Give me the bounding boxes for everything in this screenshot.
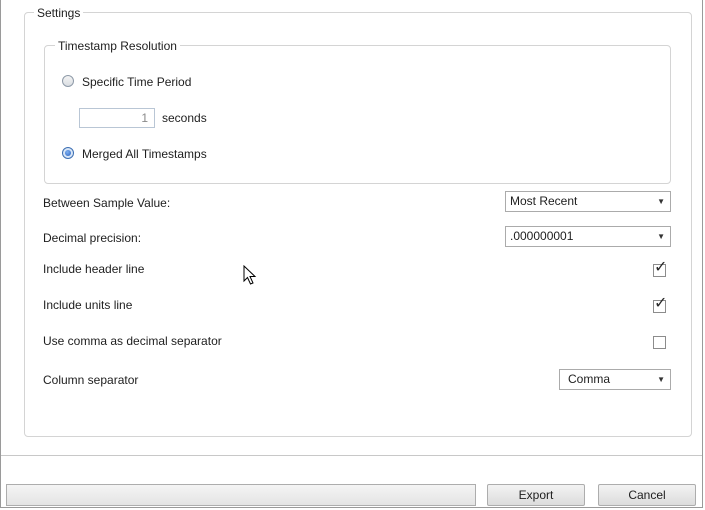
- between-sample-value-dropdown[interactable]: Most Recent ▼: [505, 191, 671, 212]
- column-separator-selected: Comma: [568, 372, 611, 386]
- chevron-down-icon: ▼: [657, 375, 665, 384]
- use-comma-decimal-checkbox[interactable]: [653, 336, 666, 349]
- export-button[interactable]: Export: [487, 484, 585, 506]
- time-period-input[interactable]: [79, 108, 155, 128]
- decimal-precision-dropdown[interactable]: .000000001 ▼: [505, 226, 671, 247]
- settings-group-title: Settings: [34, 6, 84, 20]
- time-period-unit: seconds: [162, 111, 207, 125]
- merged-all-timestamps-radio[interactable]: [62, 147, 74, 159]
- column-separator-label: Column separator: [43, 373, 139, 387]
- specific-time-period-radio[interactable]: [62, 75, 74, 87]
- include-units-line-label: Include units line: [43, 298, 133, 312]
- footer-divider: [1, 455, 702, 456]
- timestamp-resolution-title: Timestamp Resolution: [55, 39, 180, 53]
- specific-time-period-label[interactable]: Specific Time Period: [82, 75, 191, 89]
- include-header-line-label: Include header line: [43, 262, 145, 276]
- decimal-precision-selected: .000000001: [510, 229, 574, 243]
- column-separator-dropdown[interactable]: Comma ▼: [559, 369, 671, 390]
- chevron-down-icon: ▼: [657, 197, 665, 206]
- between-sample-value-selected: Most Recent: [510, 194, 578, 208]
- chevron-down-icon: ▼: [657, 232, 665, 241]
- merged-all-timestamps-label[interactable]: Merged All Timestamps: [82, 147, 207, 161]
- use-comma-decimal-label: Use comma as decimal separator: [43, 334, 222, 348]
- checkmark-icon: ✓: [654, 293, 668, 312]
- decimal-precision-label: Decimal precision:: [43, 231, 142, 245]
- cancel-button[interactable]: Cancel: [598, 484, 696, 506]
- checkmark-icon: ✓: [654, 257, 668, 276]
- include-header-line-checkbox[interactable]: ✓: [653, 259, 667, 277]
- status-bar: [6, 484, 476, 506]
- mouse-pointer-icon: [243, 265, 257, 285]
- between-sample-value-label: Between Sample Value:: [43, 196, 171, 210]
- include-units-line-checkbox[interactable]: ✓: [653, 295, 667, 313]
